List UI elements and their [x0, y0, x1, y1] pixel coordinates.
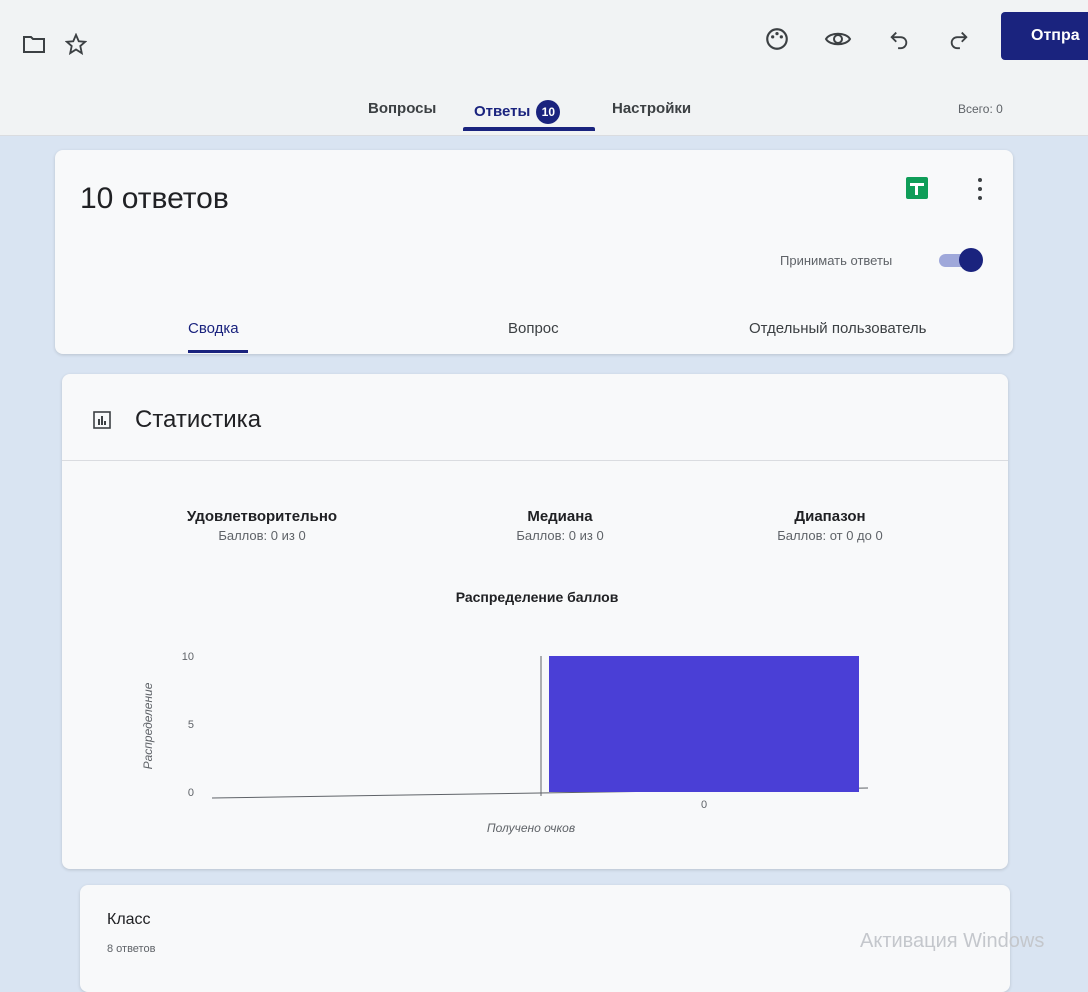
top-bar: Отпра Вопросы Ответы 10 Настройки Всего: …: [0, 0, 1088, 136]
subtab-individual[interactable]: Отдельный пользователь: [749, 320, 927, 337]
tab-questions[interactable]: Вопросы: [368, 100, 436, 117]
subtab-summary[interactable]: Сводка: [188, 320, 239, 337]
y-tick-label: 0: [188, 787, 194, 799]
chart-title: Распределение баллов: [456, 589, 619, 605]
responses-count-title: 10 ответов: [80, 182, 229, 215]
active-tab-indicator: [463, 127, 595, 131]
y-tick-label: 5: [188, 719, 194, 731]
chart-x-axis-label: Получено очков: [487, 821, 575, 835]
palette-icon[interactable]: [762, 24, 792, 54]
subtab-question[interactable]: Вопрос: [508, 320, 559, 337]
star-icon[interactable]: [62, 30, 90, 58]
tab-answers[interactable]: Ответы 10: [474, 100, 561, 124]
statistics-card: Статистика Удовлетворительно Баллов: 0 и…: [62, 374, 1008, 869]
send-button-label: Отпра: [1031, 27, 1080, 44]
total-points: Всего: 0: [958, 102, 1003, 116]
answers-count-badge: 10: [536, 100, 561, 124]
chart-bar: [549, 656, 859, 792]
subtab-indicator: [188, 350, 248, 353]
windows-activation-watermark: Активация Windows: [860, 930, 1045, 952]
tab-settings[interactable]: Настройки: [612, 100, 691, 117]
main-tabs: Вопросы Ответы 10 Настройки Всего: 0: [0, 100, 1088, 135]
tab-answers-label: Ответы: [474, 102, 531, 120]
undo-icon[interactable]: [884, 24, 914, 54]
y-tick-label: 10: [182, 651, 194, 663]
sheets-icon[interactable]: [906, 177, 928, 199]
more-options-icon[interactable]: [975, 175, 985, 203]
question-title: Класс: [107, 911, 151, 928]
score-distribution-chart: Распределение баллов Распределение Получ…: [141, 589, 869, 835]
redo-icon[interactable]: [944, 24, 974, 54]
send-button[interactable]: Отпра: [1001, 12, 1088, 60]
x-tick-label: 0: [701, 799, 707, 811]
accept-responses-label: Принимать ответы: [780, 253, 893, 268]
chart-y-axis-label: Распределение: [141, 682, 155, 769]
eye-icon[interactable]: [822, 24, 854, 54]
folder-icon[interactable]: [20, 30, 48, 58]
responses-card: 10 ответов Принимать ответы Сводка Вопро…: [55, 150, 1013, 354]
question-response-count: 8 ответов: [107, 943, 156, 955]
accept-responses-toggle[interactable]: [935, 248, 985, 272]
